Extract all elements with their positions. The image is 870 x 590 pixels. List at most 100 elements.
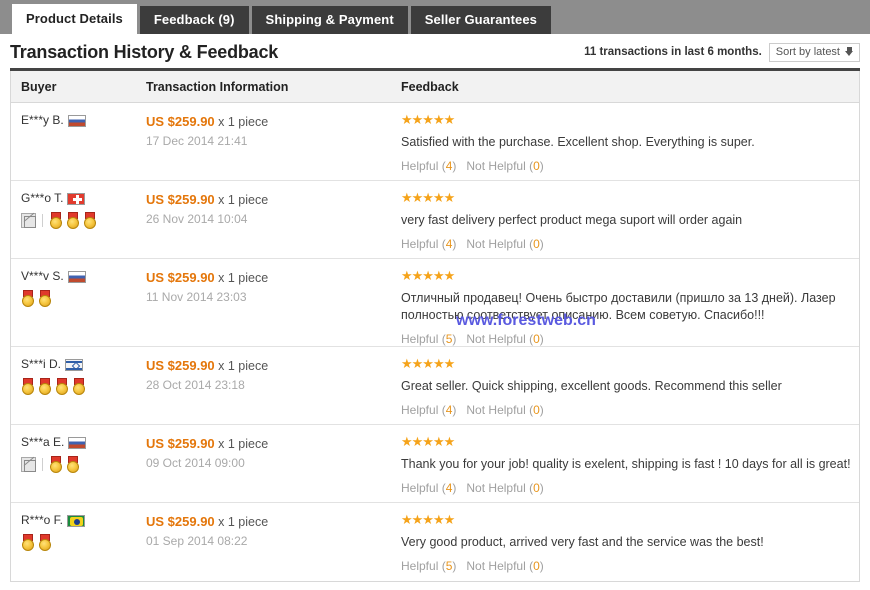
price-amount: US $259.90 bbox=[146, 114, 215, 129]
transaction-date: 26 Nov 2014 10:04 bbox=[146, 212, 248, 226]
buyer-name-label: S***a E. bbox=[21, 435, 65, 449]
tab-bar: Product Details Feedback (9) Shipping & Pa… bbox=[0, 0, 870, 34]
feedback-text: Отличный продавец! Очень быстро доставил… bbox=[401, 291, 836, 322]
helpful-button[interactable]: Helpful (4) bbox=[401, 237, 456, 251]
not-helpful-button[interactable]: Not Helpful (0) bbox=[466, 332, 543, 346]
not-helpful-count: 0 bbox=[533, 332, 540, 346]
not-helpful-label: Not Helpful bbox=[466, 332, 526, 346]
buyer-cell: S***a E. bbox=[11, 435, 146, 502]
feedback-actions: Helpful (4) Not Helpful (0) bbox=[401, 481, 859, 495]
table-row: G***o T. US $259.90 x 1 piece 26 Nov 2014 … bbox=[11, 181, 859, 259]
table-row: E***y B. US $259.90 x 1 piece 17 Dec 2014 … bbox=[11, 103, 859, 181]
buyer-cell: E***y B. bbox=[11, 113, 146, 180]
medal-icon bbox=[49, 211, 63, 229]
feedback-text: Thank you for your job! quality is exele… bbox=[401, 457, 851, 471]
not-helpful-button[interactable]: Not Helpful (0) bbox=[466, 403, 543, 417]
feedback-actions: Helpful (5) Not Helpful (0) bbox=[401, 332, 859, 346]
helpful-button[interactable]: Helpful (4) bbox=[401, 403, 456, 417]
price-quantity: x 1 piece bbox=[218, 271, 269, 285]
transaction-price: US $259.90 x 1 piece bbox=[146, 435, 401, 453]
flag-israel-icon bbox=[65, 358, 84, 371]
helpful-count: 5 bbox=[445, 559, 453, 573]
feedback-text: Great seller. Quick shipping, excellent … bbox=[401, 379, 782, 393]
transaction-cell: US $259.90 x 1 piece 28 Oct 2014 23:18 bbox=[146, 357, 401, 424]
feedback-actions: Helpful (4) Not Helpful (0) bbox=[401, 403, 859, 417]
flag-brazil-icon bbox=[67, 514, 86, 527]
page-title: Transaction History & Feedback bbox=[10, 41, 279, 62]
buyer-badges bbox=[21, 455, 146, 473]
not-helpful-count: 0 bbox=[533, 403, 540, 417]
helpful-button[interactable]: Helpful (5) bbox=[401, 559, 456, 573]
helpful-button[interactable]: Helpful (4) bbox=[401, 481, 456, 495]
helpful-count: 4 bbox=[445, 403, 453, 417]
transaction-date: 09 Oct 2014 09:00 bbox=[146, 456, 245, 470]
broken-image-icon bbox=[21, 456, 36, 472]
helpful-label: Helpful bbox=[401, 559, 439, 573]
not-helpful-button[interactable]: Not Helpful (0) bbox=[466, 559, 543, 573]
not-helpful-label: Not Helpful bbox=[466, 403, 526, 417]
medal-icon bbox=[72, 377, 86, 395]
tab-feedback-9[interactable]: Feedback (9) bbox=[139, 6, 249, 34]
transaction-cell: US $259.90 x 1 piece 11 Nov 2014 23:03 bbox=[146, 269, 401, 346]
buyer-name: S***i D. bbox=[21, 357, 146, 372]
transaction-price: US $259.90 x 1 piece bbox=[146, 269, 401, 287]
transaction-price: US $259.90 x 1 piece bbox=[146, 191, 401, 209]
buyer-name: E***y B. bbox=[21, 113, 146, 128]
transaction-count-text: 11 transactions in last 6 months. bbox=[584, 46, 762, 58]
not-helpful-count: 0 bbox=[533, 481, 540, 495]
buyer-cell: S***i D. bbox=[11, 357, 146, 424]
feedback-cell: ★★★★★ Great seller. Quick shipping, excel… bbox=[401, 357, 859, 424]
helpful-count: 4 bbox=[445, 237, 453, 251]
tab-product-details[interactable]: Product Details bbox=[12, 4, 137, 34]
medal-icon bbox=[38, 533, 52, 551]
buyer-cell: G***o T. bbox=[11, 191, 146, 258]
sort-down-arrow-icon bbox=[845, 47, 854, 57]
medal-icon bbox=[55, 377, 69, 395]
buyer-name: R***o F. bbox=[21, 513, 146, 528]
buyer-badges bbox=[21, 533, 146, 551]
helpful-button[interactable]: Helpful (5) bbox=[401, 332, 456, 346]
price-quantity: x 1 piece bbox=[218, 437, 269, 451]
flag-russia-icon bbox=[67, 270, 86, 283]
not-helpful-label: Not Helpful bbox=[466, 559, 526, 573]
buyer-name-label: V***v S. bbox=[21, 269, 64, 283]
helpful-button[interactable]: Helpful (4) bbox=[401, 159, 456, 173]
helpful-label: Helpful bbox=[401, 403, 439, 417]
price-quantity: x 1 piece bbox=[218, 115, 269, 129]
not-helpful-button[interactable]: Not Helpful (0) bbox=[466, 481, 543, 495]
medal-icon bbox=[21, 533, 35, 551]
helpful-label: Helpful bbox=[401, 332, 439, 346]
feedback-page: Product Details Feedback (9) Shipping & Pa… bbox=[0, 0, 870, 590]
not-helpful-count: 0 bbox=[533, 237, 540, 251]
flag-russia-icon bbox=[68, 436, 87, 449]
feedback-actions: Helpful (4) Not Helpful (0) bbox=[401, 159, 859, 173]
not-helpful-label: Not Helpful bbox=[466, 159, 526, 173]
buyer-name-label: R***o F. bbox=[21, 513, 64, 527]
not-helpful-button[interactable]: Not Helpful (0) bbox=[466, 159, 543, 173]
medal-icon bbox=[21, 377, 35, 395]
transaction-date: 01 Sep 2014 08:22 bbox=[146, 534, 248, 548]
transaction-cell: US $259.90 x 1 piece 01 Sep 2014 08:22 bbox=[146, 513, 401, 581]
price-amount: US $259.90 bbox=[146, 192, 215, 207]
buyer-cell: R***o F. bbox=[11, 513, 146, 581]
feedback-text: Satisfied with the purchase. Excellent s… bbox=[401, 135, 755, 149]
not-helpful-count: 0 bbox=[533, 559, 540, 573]
tab-shipping-payment[interactable]: Shipping & Payment bbox=[251, 6, 408, 34]
broken-image-icon bbox=[21, 212, 36, 228]
helpful-count: 4 bbox=[445, 481, 453, 495]
feedback-cell: ★★★★★ very fast delivery perfect product … bbox=[401, 191, 859, 258]
buyer-badges bbox=[21, 377, 146, 395]
helpful-label: Helpful bbox=[401, 481, 439, 495]
not-helpful-label: Not Helpful bbox=[466, 237, 526, 251]
sort-by-latest-button[interactable]: Sort by latest bbox=[768, 42, 860, 62]
helpful-label: Helpful bbox=[401, 159, 439, 173]
tab-seller-guarantees[interactable]: Seller Guarantees bbox=[410, 6, 552, 34]
price-quantity: x 1 piece bbox=[218, 193, 269, 207]
price-amount: US $259.90 bbox=[146, 358, 215, 373]
transaction-cell: US $259.90 x 1 piece 26 Nov 2014 10:04 bbox=[146, 191, 401, 258]
buyer-name-label: S***i D. bbox=[21, 357, 62, 371]
price-quantity: x 1 piece bbox=[218, 515, 269, 529]
column-header-buyer: Buyer bbox=[21, 79, 57, 94]
not-helpful-button[interactable]: Not Helpful (0) bbox=[466, 237, 543, 251]
price-quantity: x 1 piece bbox=[218, 359, 269, 373]
